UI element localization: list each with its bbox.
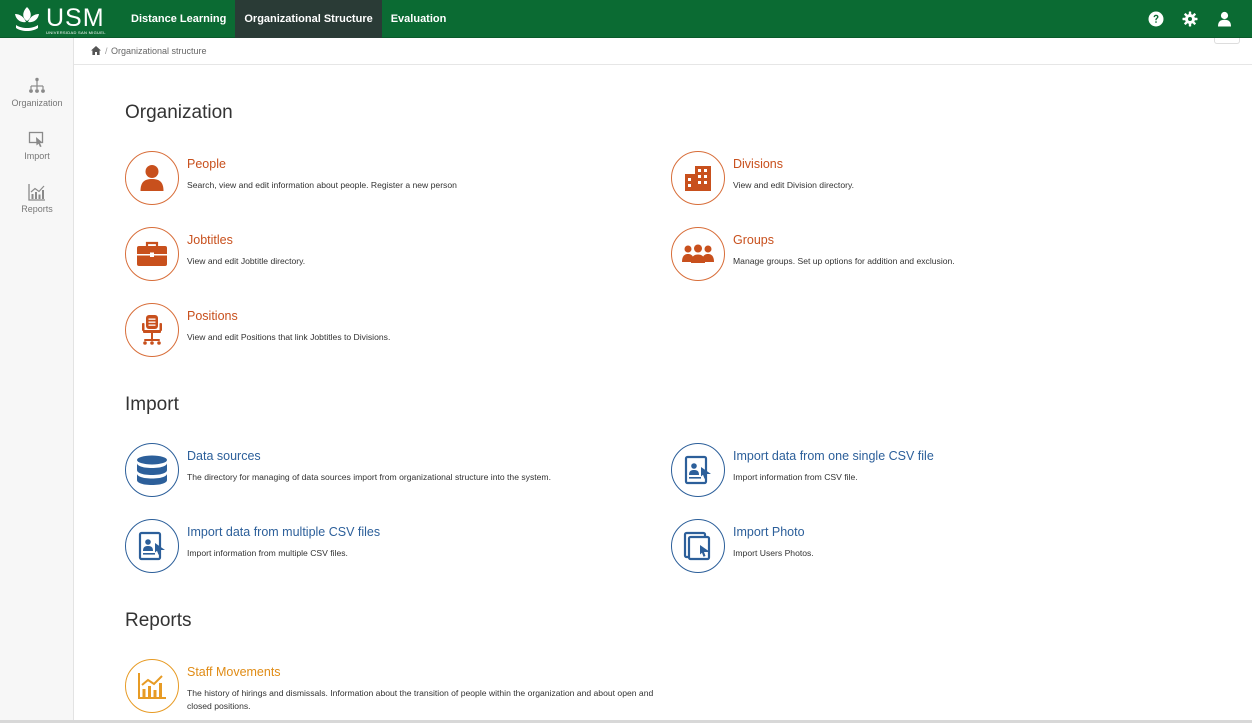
brand-tagline: UNIVERSIDAD SAN MIGUEL <box>46 30 106 35</box>
card-icon-circle <box>125 227 179 281</box>
chart-icon <box>28 184 45 201</box>
card-icon-circle <box>125 659 179 713</box>
card-title[interactable]: Import Photo <box>733 525 805 539</box>
breadcrumb: / Organizational structure <box>74 38 1252 65</box>
help-icon[interactable] <box>1146 9 1166 29</box>
card-import-multiple-csv[interactable]: Import data from multiple CSV files Impo… <box>125 519 645 575</box>
card-import-photo[interactable]: Import Photo Import Users Photos. <box>671 519 1191 575</box>
card-import-single-csv[interactable]: Import data from one single CSV file Imp… <box>671 443 1191 499</box>
user-icon[interactable] <box>1214 9 1234 29</box>
card-title[interactable]: Data sources <box>187 449 261 463</box>
import-icon <box>28 131 44 147</box>
card-description: The history of hirings and dismissals. I… <box>187 688 654 711</box>
card-icon-circle <box>671 151 725 205</box>
card-description: The directory for managing of data sourc… <box>187 472 551 482</box>
card-groups[interactable]: Groups Manage groups. Set up options for… <box>671 227 1191 283</box>
sidebar-item-label: Reports <box>21 204 53 214</box>
chair-icon <box>142 315 162 345</box>
card-title[interactable]: Import data from multiple CSV files <box>187 525 380 539</box>
chart-icon <box>138 673 166 699</box>
csv-files-icon <box>138 531 165 561</box>
group-icon <box>682 244 714 263</box>
top-icons <box>1146 0 1234 38</box>
home-icon[interactable] <box>91 46 101 55</box>
card-icon-circle <box>671 227 725 281</box>
building-icon <box>685 166 711 191</box>
photo-import-icon <box>683 531 711 561</box>
sidebar: Organization Import Reports <box>0 38 74 723</box>
person-icon <box>140 165 164 191</box>
card-icon-circle <box>125 443 179 497</box>
card-staff-movements[interactable]: Staff Movements The history of hirings a… <box>125 659 653 719</box>
card-description: Import Users Photos. <box>733 548 814 558</box>
main-nav: Distance Learning Organizational Structu… <box>122 0 455 38</box>
card-title[interactable]: Positions <box>187 309 238 323</box>
card-description: View and edit Jobtitle directory. <box>187 256 306 266</box>
card-icon-circle <box>671 443 725 497</box>
nav-distance-learning[interactable]: Distance Learning <box>122 0 235 38</box>
card-description: Import information from CSV file. <box>733 472 858 482</box>
nav-evaluation[interactable]: Evaluation <box>382 0 456 38</box>
card-people[interactable]: People Search, view and edit information… <box>125 151 645 207</box>
card-data-sources[interactable]: Data sources The directory for managing … <box>125 443 645 499</box>
card-title[interactable]: Import data from one single CSV file <box>733 449 934 463</box>
card-icon-circle <box>671 519 725 573</box>
section-title-reports: Reports <box>125 610 192 631</box>
card-title[interactable]: Groups <box>733 233 774 247</box>
leaf-logo-icon <box>15 7 39 31</box>
collapse-toggle[interactable] <box>1214 38 1240 44</box>
breadcrumb-current: Organizational structure <box>111 46 207 56</box>
card-description: Search, view and edit information about … <box>187 180 457 190</box>
card-description: Manage groups. Set up options for additi… <box>733 256 955 266</box>
card-description: View and edit Positions that link Jobtit… <box>187 332 391 342</box>
sidebar-item-label: Organization <box>11 98 63 108</box>
card-title[interactable]: People <box>187 157 226 171</box>
sidebar-item-organization[interactable]: Organization <box>0 76 74 124</box>
card-description: Import information from multiple CSV fil… <box>187 548 348 558</box>
sidebar-item-reports[interactable]: Reports <box>0 182 74 230</box>
card-icon-circle <box>125 151 179 205</box>
gear-icon[interactable] <box>1180 9 1200 29</box>
card-icon-circle <box>125 519 179 573</box>
briefcase-icon <box>137 241 167 266</box>
sidebar-item-label: Import <box>24 151 50 161</box>
card-title[interactable]: Staff Movements <box>187 665 281 679</box>
usm-logo[interactable]: USM UNIVERSIDAD SAN MIGUEL <box>8 2 120 36</box>
top-navigation-bar: USM UNIVERSIDAD SAN MIGUEL Distance Lear… <box>0 0 1252 38</box>
card-title[interactable]: Jobtitles <box>187 233 233 247</box>
card-title[interactable]: Divisions <box>733 157 783 171</box>
section-title-organization: Organization <box>125 102 233 123</box>
brand-name: USM <box>46 4 105 32</box>
card-positions[interactable]: Positions View and edit Positions that l… <box>125 303 645 359</box>
card-description: View and edit Division directory. <box>733 180 855 190</box>
csv-file-icon <box>684 455 711 485</box>
card-icon-circle <box>125 303 179 357</box>
breadcrumb-separator: / <box>105 46 108 56</box>
org-chart-icon <box>29 77 45 93</box>
database-icon <box>137 455 167 485</box>
card-jobtitles[interactable]: Jobtitles View and edit Jobtitle directo… <box>125 227 645 283</box>
sidebar-item-import[interactable]: Import <box>0 129 74 177</box>
card-divisions[interactable]: Divisions View and edit Division directo… <box>671 151 1191 207</box>
nav-organizational-structure[interactable]: Organizational Structure <box>235 0 382 38</box>
section-title-import: Import <box>125 394 179 415</box>
